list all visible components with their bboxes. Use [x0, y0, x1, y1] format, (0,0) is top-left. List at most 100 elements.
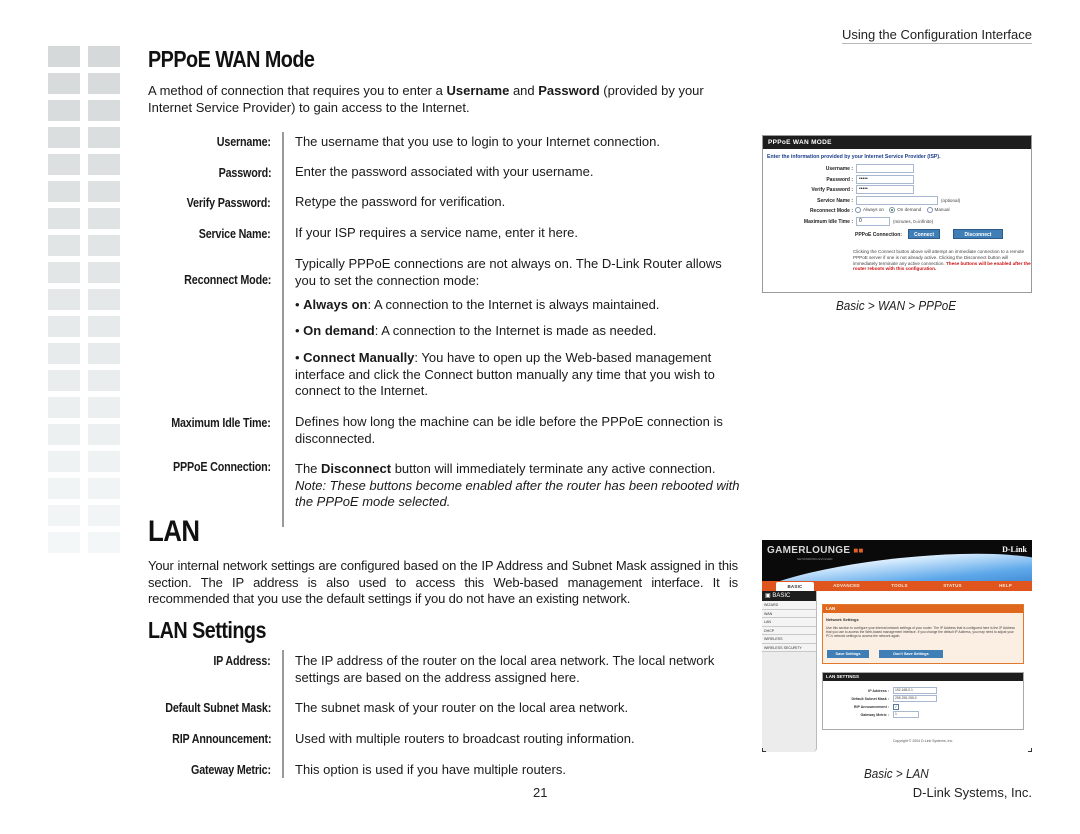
tab-tools[interactable]: TOOLS	[873, 581, 926, 591]
radio-on-demand[interactable]	[889, 207, 896, 213]
ss-rip-checkbox[interactable]: ✓	[893, 704, 899, 710]
desc-pppoe-connection: The Disconnect button will immediately t…	[295, 461, 740, 509]
ss-metric-label: Gateway Metric :	[860, 713, 889, 717]
lan-settings-panel: LAN SETTINGS IP Address : 192.168.0.1 Def…	[822, 672, 1024, 730]
sidebar-item-wireless[interactable]: WIRELESS	[762, 635, 816, 644]
ss-rip-label: RIP Announcement :	[853, 705, 889, 709]
sidebar-title: ▣ BASIC	[762, 591, 816, 601]
page-number: 21	[533, 785, 548, 800]
gamerlounge-logo: GAMERLOUNGE ■■	[767, 545, 864, 556]
lan-intro: Your internal network settings are confi…	[148, 558, 738, 606]
sidebar-item-wireless-security[interactable]: WIRELESS SECURITY	[762, 643, 816, 652]
square-row	[48, 181, 124, 202]
label-rip-announcement: RIP Announcement:	[171, 732, 271, 746]
pppoe-title: PPPoE WAN Mode	[148, 46, 315, 72]
decorative-square	[88, 424, 120, 445]
connect-button[interactable]: Connect	[908, 229, 940, 239]
square-row	[48, 478, 124, 499]
radio-manual[interactable]	[926, 207, 933, 213]
label-maximum-idle-time: Maximum Idle Time:	[171, 416, 272, 430]
square-row	[48, 208, 124, 229]
decorative-square	[88, 532, 120, 553]
square-row	[48, 73, 124, 94]
pppoe-panel-intro: Enter the information provided by your I…	[767, 154, 941, 160]
sidebar-item-wan[interactable]: WAN	[762, 609, 816, 618]
menu-icon: ▣	[765, 593, 771, 599]
decorative-square	[48, 154, 80, 175]
decorative-square	[48, 424, 80, 445]
desc-ip-address: The IP address of the router on the loca…	[295, 653, 715, 685]
dlink-logo: D-Link	[1002, 545, 1027, 554]
decorative-square	[88, 127, 120, 148]
tab-status[interactable]: STATUS	[926, 581, 979, 591]
ss-idle-note: (minutes, 0=infinite)	[893, 218, 934, 224]
disconnect-button[interactable]: Disconnect	[953, 229, 1003, 239]
sidebar: ▣ BASIC WIZARD WAN LAN DHCP WIRELESS WIR…	[762, 591, 817, 752]
label-default-subnet-mask: Default Subnet Mask:	[165, 701, 271, 715]
desc-gateway-metric: This option is used if you have multiple…	[295, 762, 566, 777]
radio-always-on[interactable]	[855, 207, 861, 213]
decorative-square	[48, 343, 80, 364]
ss-username-input[interactable]	[856, 164, 914, 173]
decorative-square	[48, 505, 80, 526]
decorative-square	[88, 181, 120, 202]
ss-metric-input[interactable]: 1	[893, 711, 919, 718]
sidebar-item-dhcp[interactable]: DHCP	[762, 626, 816, 635]
decorative-square	[48, 208, 80, 229]
tab-advanced[interactable]: ADVANCED	[820, 581, 873, 591]
lan-screenshot-caption: Basic > LAN	[864, 766, 929, 781]
decorative-square	[48, 73, 80, 94]
decorative-square	[48, 100, 80, 121]
decorative-square	[88, 451, 120, 472]
decorative-square	[88, 154, 120, 175]
desc-reconnect-mode: Typically PPPoE connections are not alwa…	[295, 256, 722, 288]
square-row	[48, 262, 124, 283]
ss-service-label: Service Name :	[817, 197, 853, 204]
square-row	[48, 46, 124, 67]
mode-always-on: • Always on: A connection to the Interne…	[295, 297, 660, 312]
lan-panel-subtitle: Network Settings	[826, 617, 859, 622]
ss-verify-input[interactable]: •••••	[856, 185, 914, 194]
lan-settings-header: LAN SETTINGS	[823, 673, 1023, 681]
ss-mask-label: Default Subnet Mask :	[851, 697, 889, 701]
ss-password-input[interactable]: •••••	[856, 174, 914, 184]
sidebar-item-wizard[interactable]: WIZARD	[762, 601, 816, 610]
top-nav: BASIC ADVANCED TOOLS STATUS HELP	[762, 581, 1032, 591]
save-settings-button[interactable]: Save Settings	[827, 650, 869, 658]
divider-line	[282, 132, 284, 527]
lan-settings-title: LAN Settings	[148, 617, 267, 643]
tab-basic[interactable]: BASIC	[776, 582, 814, 591]
desc-verify-password: Retype the password for verification.	[295, 194, 506, 209]
square-row	[48, 235, 124, 256]
decorative-square	[48, 289, 80, 310]
decorative-square	[88, 235, 120, 256]
decorative-square	[88, 316, 120, 337]
square-row	[48, 343, 124, 364]
mode-on-demand: • On demand: A connection to the Interne…	[295, 323, 657, 338]
ss-idle-input[interactable]: 0	[856, 216, 890, 226]
ss-service-input[interactable]	[856, 195, 938, 205]
ss-service-note: (optional)	[941, 197, 961, 203]
label-gateway-metric: Gateway Metric:	[191, 763, 271, 777]
decorative-square	[88, 100, 120, 121]
corner-mark	[762, 748, 766, 752]
pppoe-intro: A method of connection that requires you…	[148, 83, 704, 115]
tab-help[interactable]: HELP	[979, 581, 1032, 591]
banner-tagline: NETWORKING EVOLVED	[797, 557, 833, 561]
decorative-square	[88, 397, 120, 418]
ss-mask-input[interactable]: 255.255.255.0	[893, 695, 937, 702]
label-pppoe-connection: PPPoE Connection:	[172, 460, 271, 474]
ss-reconnect-options: Always on On demand Manual	[851, 207, 950, 213]
square-row	[48, 289, 124, 310]
sidebar-item-lan[interactable]: LAN	[762, 618, 816, 627]
ss-ip-input[interactable]: 192.168.0.1	[893, 687, 937, 694]
square-row	[48, 370, 124, 391]
dont-save-settings-button[interactable]: Don't Save Settings	[879, 650, 943, 658]
decorative-square	[48, 46, 80, 67]
decorative-square-column	[48, 46, 124, 559]
ss-help-text: Clicking the Connect button above will a…	[853, 249, 1031, 272]
square-row	[48, 127, 124, 148]
ss-ip-label: IP Address :	[868, 689, 889, 693]
decorative-square	[48, 370, 80, 391]
label-service-name: Service Name:	[199, 227, 271, 241]
